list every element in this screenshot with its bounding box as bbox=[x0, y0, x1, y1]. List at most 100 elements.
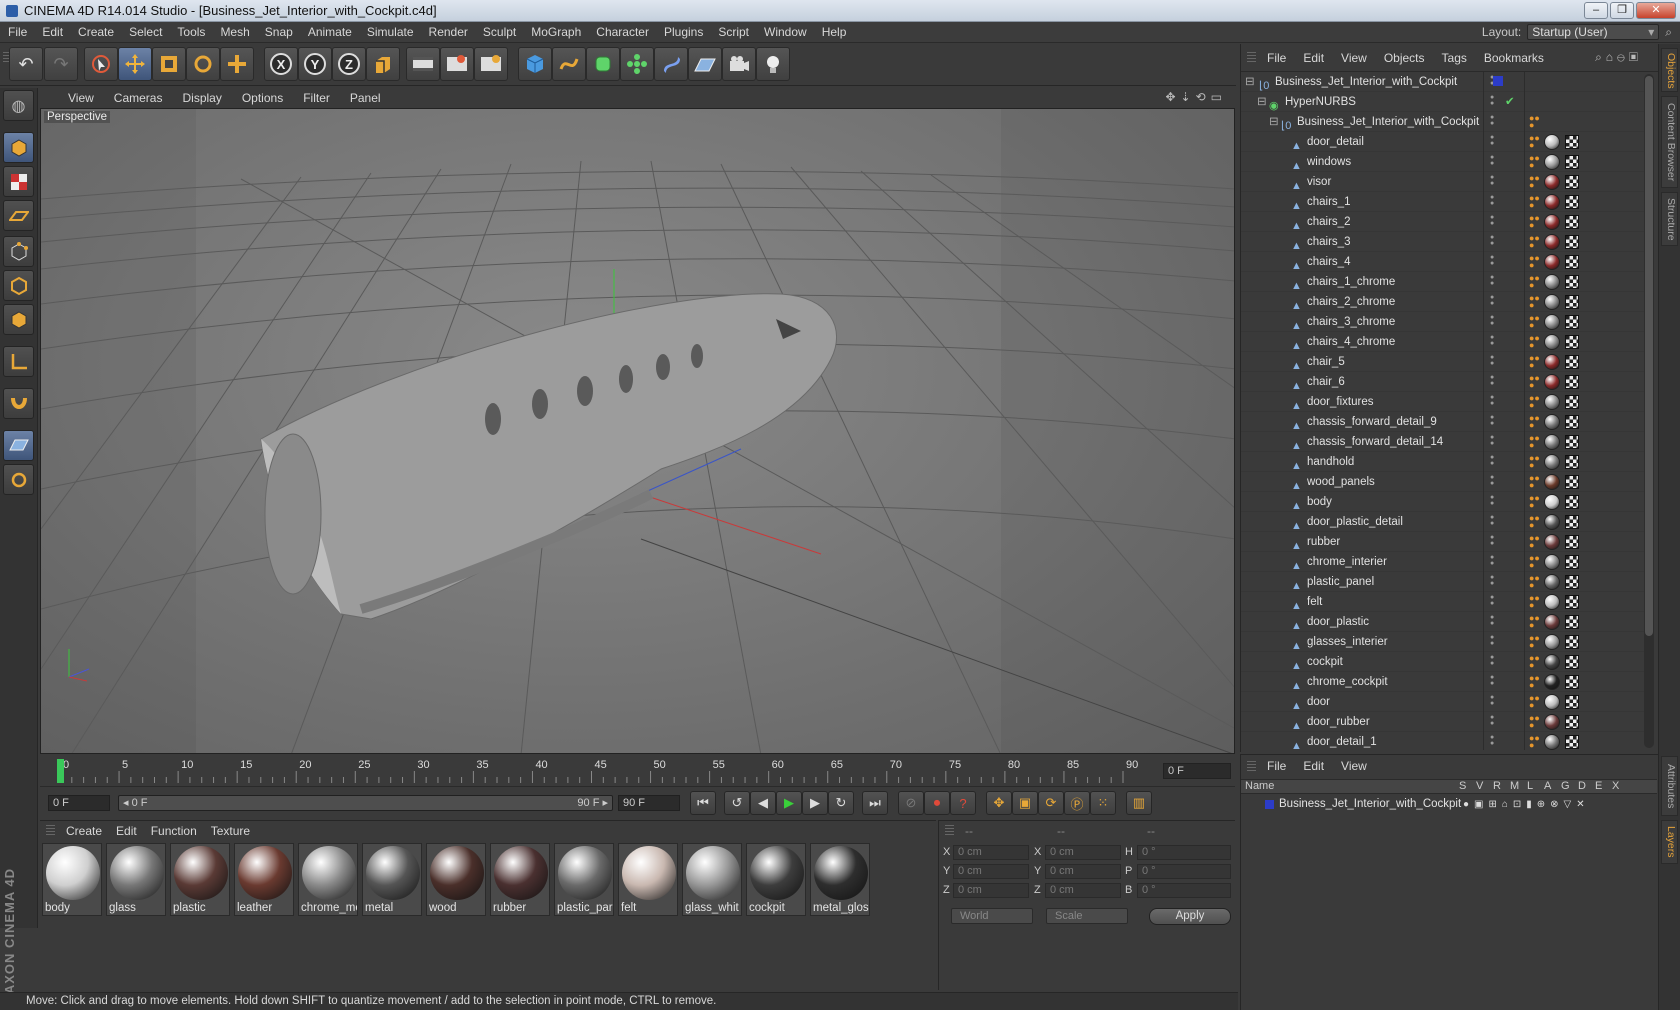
object-row-door_rubber[interactable]: ▲ door_rubber ● ● ●● ● bbox=[1241, 712, 1646, 732]
viewport-menu-view[interactable]: View bbox=[68, 91, 94, 105]
goto-previous-key-icon[interactable]: ↺ bbox=[724, 791, 750, 815]
object-row-body[interactable]: ▲ body ● ● ●● ● bbox=[1241, 492, 1646, 512]
phong-tag-icon[interactable]: ●● ● bbox=[1529, 654, 1541, 670]
phong-tag-icon[interactable]: ●● ● bbox=[1529, 514, 1541, 530]
goto-next-key-icon[interactable]: ↻ bbox=[828, 791, 854, 815]
phong-tag-icon[interactable]: ●● ● bbox=[1529, 254, 1541, 270]
uvw-tag-icon[interactable] bbox=[1565, 155, 1579, 169]
menu-edit[interactable]: Edit bbox=[42, 25, 63, 39]
apply-button[interactable]: Apply bbox=[1149, 908, 1231, 925]
object-row-door[interactable]: ▲ door ● ● ●● ● bbox=[1241, 692, 1646, 712]
phong-tag-icon[interactable]: ●● ● bbox=[1529, 734, 1541, 750]
object-menu-objects[interactable]: Objects bbox=[1384, 51, 1425, 65]
rotation-field[interactable]: 0 ° bbox=[1137, 864, 1231, 879]
layout-dropdown[interactable]: Startup (User) bbox=[1527, 24, 1660, 40]
camera-icon[interactable] bbox=[722, 47, 756, 81]
visibility-dots[interactable]: ● ● bbox=[1490, 474, 1498, 487]
object-menu-file[interactable]: File bbox=[1267, 51, 1286, 65]
phong-tag-icon[interactable]: ●● ● bbox=[1529, 354, 1541, 370]
light-icon[interactable] bbox=[756, 47, 790, 81]
position-field[interactable]: 0 cm bbox=[953, 864, 1029, 879]
uvw-tag-icon[interactable] bbox=[1565, 455, 1579, 469]
z-axis-icon[interactable]: Z bbox=[332, 47, 366, 81]
transform-mode-dropdown[interactable]: Scale bbox=[1046, 908, 1128, 924]
tab-structure[interactable]: Structure bbox=[1661, 192, 1678, 246]
tab-attributes[interactable]: Attributes bbox=[1661, 756, 1678, 816]
workplane-mode-icon[interactable] bbox=[3, 200, 34, 231]
visibility-dots[interactable]: ● ● bbox=[1490, 214, 1498, 227]
phong-tag-icon[interactable]: ●● ● bbox=[1529, 274, 1541, 290]
layer-row[interactable]: Business_Jet_Interior_with_Cockpit ●▣⊞⌂⊡… bbox=[1241, 796, 1657, 813]
phong-tag-icon[interactable]: ●● ● bbox=[1529, 494, 1541, 510]
object-row-chairs_1[interactable]: ▲ chairs_1 ● ● ●● ● bbox=[1241, 192, 1646, 212]
uvw-tag-icon[interactable] bbox=[1565, 355, 1579, 369]
visibility-dots[interactable]: ● ● bbox=[1490, 434, 1498, 447]
size-field[interactable]: 0 cm bbox=[1045, 864, 1121, 879]
goto-start-icon[interactable]: ⏮ bbox=[690, 791, 716, 815]
object-row-root[interactable]: ⌊0Business_Jet_Interior_with_Cockpit● ●⊟ bbox=[1241, 72, 1646, 92]
uvw-tag-icon[interactable] bbox=[1565, 735, 1579, 749]
phong-tag-icon[interactable]: ●● ● bbox=[1529, 394, 1541, 410]
material-metal_glos[interactable]: metal_glos bbox=[810, 843, 870, 916]
material-tag-icon[interactable] bbox=[1544, 394, 1560, 410]
material-tag-icon[interactable] bbox=[1544, 294, 1560, 310]
texture-mode-icon[interactable] bbox=[3, 166, 34, 197]
menu-character[interactable]: Character bbox=[596, 25, 649, 39]
layer-col-m[interactable]: M bbox=[1510, 780, 1519, 793]
material-plastic[interactable]: plastic bbox=[170, 843, 230, 916]
phong-tag-icon[interactable]: ●● ● bbox=[1529, 154, 1541, 170]
object-row-chairs_2[interactable]: ▲ chairs_2 ● ● ●● ● bbox=[1241, 212, 1646, 232]
cube-icon[interactable] bbox=[518, 47, 552, 81]
phong-tag-icon[interactable]: ●● ● bbox=[1529, 694, 1541, 710]
object-row-chairs_4_chrome[interactable]: ▲ chairs_4_chrome ● ● ●● ● bbox=[1241, 332, 1646, 352]
collapse-icon[interactable]: ⊟ bbox=[1245, 72, 1255, 92]
visibility-dots[interactable]: ● ● bbox=[1490, 274, 1498, 287]
object-row-visor[interactable]: ▲ visor ● ● ●● ● bbox=[1241, 172, 1646, 192]
object-row-rubber[interactable]: ▲ rubber ● ● ●● ● bbox=[1241, 532, 1646, 552]
visibility-dots[interactable]: ● ● bbox=[1490, 234, 1498, 247]
material-tag-icon[interactable] bbox=[1544, 234, 1560, 250]
menu-animate[interactable]: Animate bbox=[308, 25, 352, 39]
uvw-tag-icon[interactable] bbox=[1565, 315, 1579, 329]
position-field[interactable]: 0 cm bbox=[953, 845, 1029, 860]
material-tag-icon[interactable] bbox=[1544, 414, 1560, 430]
x-axis-icon[interactable]: X bbox=[264, 47, 298, 81]
layer-col-x[interactable]: X bbox=[1612, 780, 1619, 793]
uvw-tag-icon[interactable] bbox=[1565, 235, 1579, 249]
render-picture-viewer-icon[interactable] bbox=[440, 47, 474, 81]
visibility-dots[interactable]: ● ● bbox=[1490, 414, 1498, 427]
timeline-playhead[interactable] bbox=[57, 759, 64, 783]
layer-menu-edit[interactable]: Edit bbox=[1303, 759, 1324, 773]
phong-tag-icon[interactable]: ●● ● bbox=[1529, 534, 1541, 550]
object-row-door_fixtures[interactable]: ▲ door_fixtures ● ● ●● ● bbox=[1241, 392, 1646, 412]
material-cockpit[interactable]: cockpit bbox=[746, 843, 806, 916]
object-row-chrome_cockpit[interactable]: ▲ chrome_cockpit ● ● ●● ● bbox=[1241, 672, 1646, 692]
visibility-dots[interactable]: ● ● bbox=[1490, 694, 1498, 707]
viewport-menu-panel[interactable]: Panel bbox=[350, 91, 381, 105]
material-menu-edit[interactable]: Edit bbox=[116, 824, 137, 838]
object-row-chairs_3[interactable]: ▲ chairs_3 ● ● ●● ● bbox=[1241, 232, 1646, 252]
key-pla-icon[interactable]: ⁙ bbox=[1090, 791, 1116, 815]
material-tag-icon[interactable] bbox=[1544, 574, 1560, 590]
visibility-dots[interactable]: ● ● bbox=[1490, 534, 1498, 547]
object-list-scrollbar[interactable] bbox=[1644, 74, 1654, 748]
phong-tag-icon[interactable]: ●● ● bbox=[1529, 674, 1541, 690]
layer-col-r[interactable]: R bbox=[1493, 780, 1501, 793]
layer-col-d[interactable]: D bbox=[1578, 780, 1586, 793]
menu-mesh[interactable]: Mesh bbox=[220, 25, 249, 39]
material-leather[interactable]: leather bbox=[234, 843, 294, 916]
model-mode-icon[interactable] bbox=[3, 132, 34, 163]
menu-plugins[interactable]: Plugins bbox=[664, 25, 703, 39]
object-row-handhold[interactable]: ▲ handhold ● ● ●● ● bbox=[1241, 452, 1646, 472]
visibility-dots[interactable]: ● ● bbox=[1490, 314, 1498, 327]
object-row-chair_5[interactable]: ▲ chair_5 ● ● ●● ● bbox=[1241, 352, 1646, 372]
viewport-menu-cameras[interactable]: Cameras bbox=[114, 91, 163, 105]
locked-workplane-icon[interactable] bbox=[3, 464, 34, 495]
visibility-dots[interactable]: ● ● bbox=[1490, 374, 1498, 387]
material-glass[interactable]: glass bbox=[106, 843, 166, 916]
axis-mode-icon[interactable] bbox=[3, 346, 34, 377]
viewport[interactable]: Perspective bbox=[40, 108, 1235, 754]
object-row-plastic_panel[interactable]: ▲ plastic_panel ● ● ●● ● bbox=[1241, 572, 1646, 592]
menu-simulate[interactable]: Simulate bbox=[367, 25, 414, 39]
material-metal[interactable]: metal bbox=[362, 843, 422, 916]
